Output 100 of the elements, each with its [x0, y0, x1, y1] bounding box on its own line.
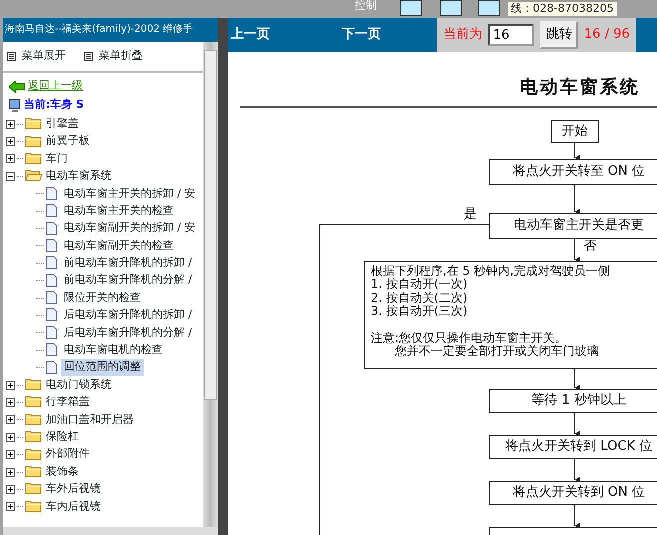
- flow-step: 等待 1 秒钟以上: [489, 389, 657, 413]
- expand-toggle[interactable]: [6, 137, 15, 146]
- folder-icon: [25, 482, 43, 496]
- flow-arrow: [574, 142, 580, 161]
- folder-icon: [25, 412, 43, 427]
- panel-title: 海南马自达--福美来(family)-2002 维修手: [3, 18, 218, 42]
- scrollbar[interactable]: [203, 42, 218, 527]
- open-folder-icon: [25, 169, 43, 184]
- expand-toggle[interactable]: [6, 468, 15, 476]
- current-page-label: 当前为: [443, 26, 482, 44]
- flow-arrow: [574, 458, 580, 483]
- folder-icon: [25, 500, 43, 514]
- expand-toggle[interactable]: [6, 398, 15, 407]
- expand-toggle[interactable]: [6, 120, 15, 129]
- tree-item[interactable]: 电动门锁系统: [46, 376, 112, 394]
- back-link[interactable]: 返回上一级: [28, 78, 83, 95]
- menu-toggle-link[interactable]: 菜单折叠: [99, 48, 143, 64]
- tree-item[interactable]: 电动车窗副开关的检查: [61, 238, 177, 254]
- tree-item[interactable]: 装饰条: [46, 464, 79, 480]
- page-icon: [46, 204, 58, 218]
- flow-step: 将点火开关转至 ON 位: [489, 159, 657, 185]
- branch-label: 是: [464, 208, 477, 223]
- tree-item[interactable]: 后电动车窗升降机的拆卸 /: [61, 307, 196, 324]
- instruction-text: 3. 按自动开(三次): [371, 305, 469, 319]
- page-icon: [46, 343, 58, 358]
- expand-toggle[interactable]: [6, 502, 15, 512]
- flow-arrow: [574, 412, 580, 437]
- tree-item[interactable]: 前翼子板: [46, 133, 90, 150]
- toolbar-button[interactable]: [440, 0, 462, 16]
- folder-icon: [25, 117, 43, 132]
- note-text: 您并不一定要全部打开或关闭车门玻璃: [394, 345, 600, 359]
- current-location: 当前:车身 S: [24, 97, 84, 114]
- back-arrow-icon: [9, 80, 25, 92]
- control-label: 控制: [355, 0, 377, 12]
- folder-icon: [25, 448, 43, 462]
- instruction-text: 2. 按自动关(二次): [371, 292, 469, 305]
- flow-arrow: [574, 504, 580, 529]
- folder-icon: [25, 395, 43, 410]
- flow-step: 将点火开关转到 LOCK 位: [489, 435, 657, 459]
- tree-item[interactable]: 引擎盖: [46, 116, 79, 132]
- tree-item[interactable]: 电动车窗系统: [46, 168, 112, 185]
- menu-toggle-link[interactable]: 菜单展开: [22, 48, 66, 64]
- tree-item[interactable]: 车外后视镜: [46, 481, 101, 498]
- tree-item[interactable]: 加油口盖和开启器: [46, 412, 134, 428]
- expand-toggle[interactable]: [6, 380, 15, 390]
- page-count: 16 / 96: [584, 26, 630, 44]
- page-icon: [46, 308, 58, 322]
- previous-page-link[interactable]: 上一页: [231, 25, 270, 45]
- folder-icon: [25, 378, 43, 392]
- tree-item[interactable]: 限位开关的检查: [61, 290, 144, 306]
- tree-item[interactable]: 车内后视镜: [46, 498, 101, 516]
- instruction-text: 1. 按自动开(一次): [371, 278, 469, 292]
- page-icon: [46, 186, 58, 201]
- page-icon: [46, 238, 58, 253]
- branch-label: 否: [584, 240, 597, 255]
- tree-item[interactable]: 后电动车窗升降机的分解 /: [61, 324, 196, 342]
- tree-item[interactable]: 车门: [46, 150, 68, 168]
- page-icon: [46, 222, 58, 236]
- folder-icon: [25, 465, 43, 479]
- document-title: 电动车窗系统: [520, 78, 640, 99]
- note-text: 注意:您仅仅只操作电动车窗主开关。: [371, 332, 568, 345]
- tree-item[interactable]: 前电动车窗升降机的分解 /: [61, 272, 196, 289]
- tree-item[interactable]: 行李箱盖: [46, 394, 90, 411]
- tree-item[interactable]: 外部附件: [46, 446, 90, 463]
- flow-step: 将点火开关转到 ON 位: [489, 481, 657, 505]
- expand-toggle[interactable]: [6, 432, 15, 442]
- folder-icon: [25, 430, 43, 444]
- list-icon: [84, 52, 93, 61]
- tree-item[interactable]: 电动车窗主开关的检查: [61, 202, 177, 220]
- computer-icon: [9, 98, 21, 112]
- tree-item[interactable]: 保险杠: [46, 428, 79, 446]
- tree-item[interactable]: 前电动车窗升降机的拆卸 /: [61, 255, 196, 272]
- expand-toggle[interactable]: [6, 484, 15, 494]
- flow-arrow: [574, 184, 580, 215]
- page-input[interactable]: 16: [488, 24, 534, 46]
- flow-step: 电动车窗主开关是否更: [489, 213, 657, 239]
- folder-icon: [25, 152, 43, 166]
- expand-toggle[interactable]: [6, 154, 15, 164]
- collapse-toggle[interactable]: [6, 172, 15, 181]
- list-icon: [7, 52, 16, 61]
- tree-item[interactable]: 回位范围的调整: [61, 359, 144, 376]
- expand-toggle[interactable]: [6, 415, 15, 424]
- contact-phone: 线：028-87038205: [508, 2, 617, 16]
- horizontal-scrollbar[interactable]: [3, 527, 218, 535]
- toolbar-button[interactable]: [478, 0, 500, 16]
- page-icon: [46, 360, 58, 375]
- folder-icon: [25, 134, 43, 149]
- tree-item[interactable]: 电动车窗副开关的拆卸 / 安: [61, 220, 199, 237]
- page-icon: [46, 326, 58, 340]
- next-page-link[interactable]: 下一页: [342, 25, 381, 45]
- tree-item[interactable]: 电动车窗电机的检查: [61, 342, 166, 359]
- jump-button[interactable]: 跳转: [540, 21, 578, 49]
- page-icon: [46, 274, 58, 288]
- instruction-text: 根据下列程序,在 5 秒钟内,完成对驾驶员一侧: [371, 265, 611, 278]
- expand-toggle[interactable]: [6, 450, 15, 460]
- flow-step: 开始: [551, 120, 599, 143]
- tree-item[interactable]: 电动车窗主开关的拆卸 / 安: [61, 186, 199, 202]
- page-icon: [46, 256, 58, 270]
- toolbar-button[interactable]: [400, 0, 422, 16]
- page-icon: [46, 291, 58, 306]
